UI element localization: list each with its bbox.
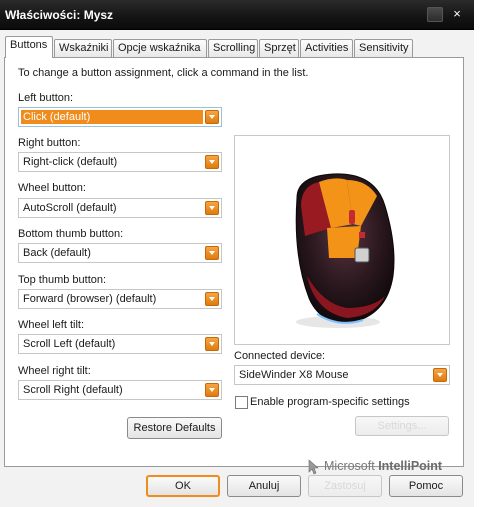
wheel-left-value: Scroll Left (default) — [23, 338, 116, 350]
title-bar: Właściwości: Mysz × — [0, 0, 474, 30]
chevron-down-icon[interactable] — [205, 246, 219, 260]
close-icon: × — [453, 6, 461, 21]
device-select[interactable]: SideWinder X8 Mouse — [234, 365, 450, 385]
help-button[interactable]: Pomoc — [389, 475, 463, 497]
tab-scrolling[interactable]: Scrolling — [208, 39, 258, 57]
wheel-right-value: Scroll Right (default) — [23, 384, 123, 396]
connected-device-label: Connected device: — [234, 350, 326, 362]
window-title: Właściwości: Mysz — [5, 8, 114, 22]
tab-opcje-wskaznika[interactable]: Opcje wskaźnika — [113, 39, 207, 57]
tab-wskazniki[interactable]: Wskaźniki — [54, 39, 112, 57]
apply-button[interactable]: Zastosuj — [308, 475, 382, 497]
tab-buttons[interactable]: Buttons — [5, 36, 53, 58]
right-button-label: Right button: — [18, 137, 81, 149]
wheel-right-label: Wheel right tilt: — [18, 365, 91, 377]
instructions-text: To change a button assignment, click a c… — [18, 67, 309, 79]
chevron-down-icon[interactable] — [205, 201, 219, 215]
left-button-value: Click (default) — [21, 110, 203, 124]
logo-text: Microsoft IntelliPoint — [324, 459, 442, 473]
chevron-down-icon[interactable] — [205, 155, 219, 169]
maximize-button[interactable] — [427, 7, 443, 22]
right-button-select[interactable]: Right-click (default) — [18, 152, 222, 172]
wheel-left-label: Wheel left tilt: — [18, 319, 85, 331]
right-button-value: Right-click (default) — [23, 156, 118, 168]
left-button-select[interactable]: Click (default) — [18, 107, 222, 127]
tab-activities[interactable]: Activities — [300, 39, 353, 57]
close-button[interactable]: × — [449, 7, 465, 22]
top-thumb-select[interactable]: Forward (browser) (default) — [18, 289, 222, 309]
wheel-button-select[interactable]: AutoScroll (default) — [18, 198, 222, 218]
logo-product: IntelliPoint — [378, 459, 443, 473]
buttons-panel: To change a button assignment, click a c… — [4, 57, 464, 475]
left-button-label: Left button: — [18, 92, 74, 104]
ok-button[interactable]: OK — [146, 475, 220, 497]
wheel-right-select[interactable]: Scroll Right (default) — [18, 380, 222, 400]
logo-brand: Microsoft — [324, 459, 375, 473]
dialog-body: Buttons Wskaźniki Opcje wskaźnika Scroll… — [0, 30, 474, 507]
settings-button[interactable]: Settings... — [355, 416, 449, 436]
intellipoint-logo: Microsoft IntelliPoint — [308, 458, 453, 476]
tab-sensitivity[interactable]: Sensitivity — [354, 39, 413, 57]
cursor-icon — [308, 459, 319, 475]
top-thumb-value: Forward (browser) (default) — [23, 293, 157, 305]
device-value: SideWinder X8 Mouse — [239, 369, 349, 381]
chevron-down-icon[interactable] — [205, 383, 219, 397]
mouse-image — [295, 173, 395, 328]
tab-sprzet[interactable]: Sprzęt — [259, 39, 299, 57]
program-specific-label: Enable program-specific settings — [250, 396, 410, 408]
chevron-down-icon[interactable] — [205, 292, 219, 306]
wheel-button-label: Wheel button: — [18, 182, 86, 194]
wheel-left-select[interactable]: Scroll Left (default) — [18, 334, 222, 354]
cancel-button[interactable]: Anuluj — [227, 475, 301, 497]
chevron-down-icon[interactable] — [205, 337, 219, 351]
mouse-preview — [234, 135, 450, 345]
chevron-down-icon[interactable] — [205, 110, 219, 124]
bottom-thumb-value: Back (default) — [23, 247, 91, 259]
top-thumb-label: Top thumb button: — [18, 274, 107, 286]
restore-defaults-button[interactable]: Restore Defaults — [127, 417, 222, 439]
wheel-button-value: AutoScroll (default) — [23, 202, 117, 214]
program-specific-checkbox[interactable] — [235, 396, 248, 409]
bottom-thumb-select[interactable]: Back (default) — [18, 243, 222, 263]
chevron-down-icon[interactable] — [433, 368, 447, 382]
bottom-thumb-label: Bottom thumb button: — [18, 228, 124, 240]
